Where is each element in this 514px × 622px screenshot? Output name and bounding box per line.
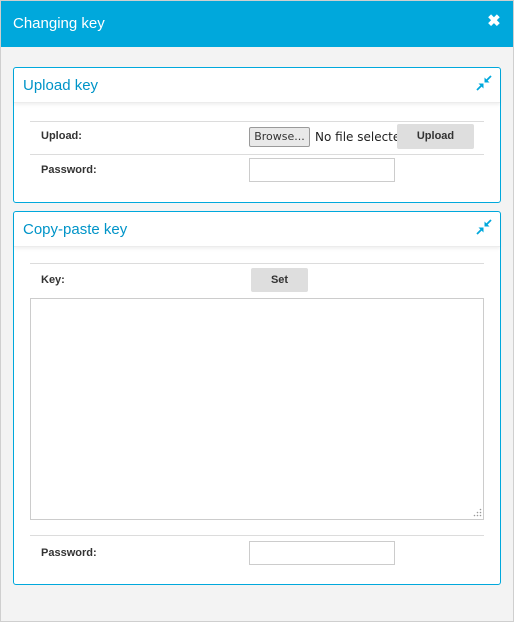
paste-password-input[interactable] <box>249 541 395 565</box>
upload-key-panel-title: Upload key <box>23 77 99 94</box>
upload-button[interactable]: Upload <box>397 124 474 149</box>
dialog-title: Changing key <box>13 15 105 32</box>
divider <box>30 121 484 122</box>
divider <box>30 263 484 264</box>
key-textarea[interactable] <box>30 298 484 520</box>
password-label: Password: <box>41 547 97 559</box>
copy-paste-key-panel-title: Copy-paste key <box>23 221 128 238</box>
upload-password-input[interactable] <box>249 158 395 182</box>
upload-key-panel-header: Upload key <box>14 68 500 103</box>
collapse-arrows-icon[interactable] <box>476 219 492 235</box>
resize-grip-icon[interactable] <box>473 508 482 517</box>
copy-paste-key-panel: Copy-paste key Key: Set Password: <box>13 211 501 585</box>
set-button[interactable]: Set <box>251 268 308 292</box>
divider <box>30 154 484 155</box>
copy-paste-key-panel-header: Copy-paste key <box>14 212 500 247</box>
close-icon[interactable]: ✖ <box>485 13 503 31</box>
changing-key-dialog: Changing key ✖ Upload key Upload: Browse… <box>0 0 514 622</box>
password-label: Password: <box>41 164 97 176</box>
collapse-arrows-icon[interactable] <box>476 75 492 91</box>
browse-button[interactable]: Browse... <box>249 127 310 147</box>
key-label: Key: <box>41 274 65 286</box>
dialog-titlebar: Changing key ✖ <box>1 1 513 47</box>
divider <box>30 535 484 536</box>
upload-label: Upload: <box>41 130 82 142</box>
upload-key-panel: Upload key Upload: Browse... No file sel… <box>13 67 501 203</box>
